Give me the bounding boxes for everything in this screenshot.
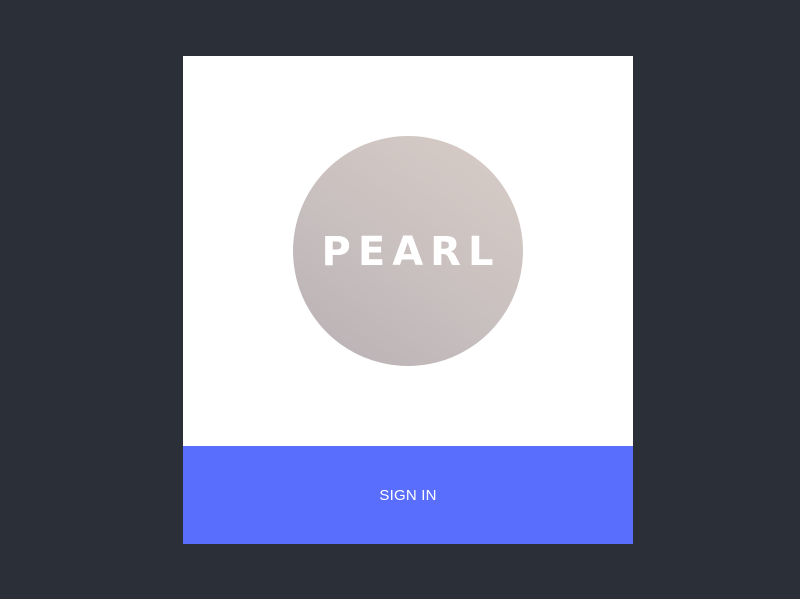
signin-card: PEARL SIGN IN — [183, 56, 633, 544]
logo-area: PEARL — [183, 56, 633, 446]
pearl-logo: PEARL — [293, 136, 523, 366]
sign-in-button[interactable]: SIGN IN — [183, 446, 633, 544]
logo-text: PEARL — [321, 229, 501, 275]
